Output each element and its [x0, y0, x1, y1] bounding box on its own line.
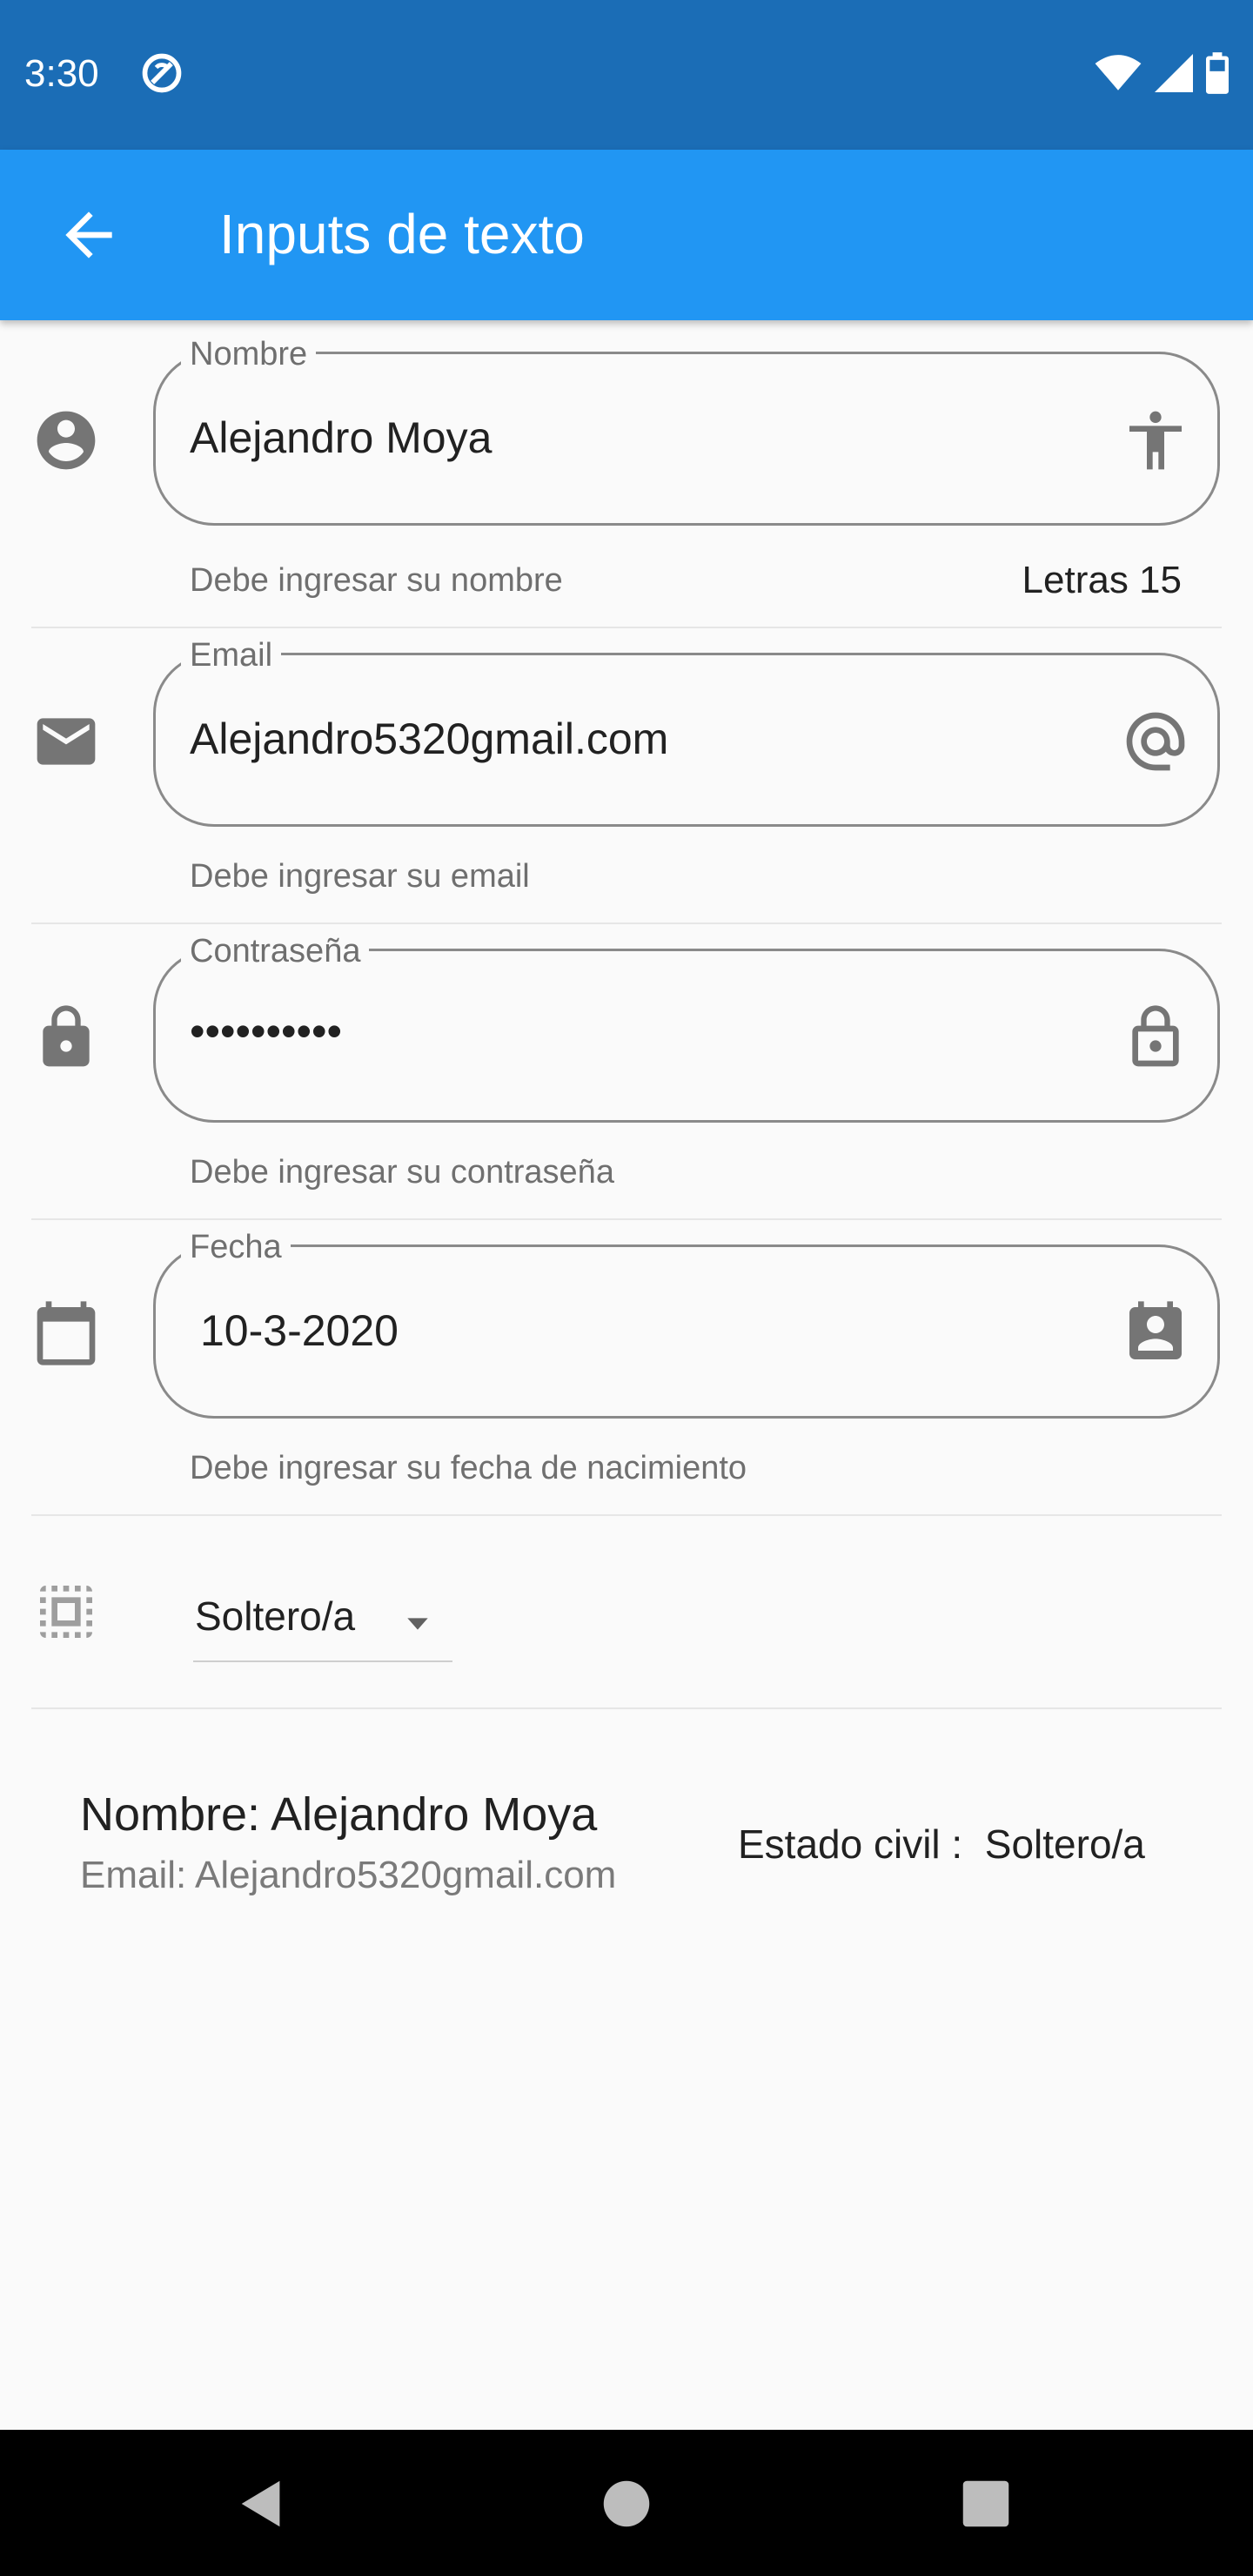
- email-helper: Debe ingresar su email: [190, 858, 530, 895]
- accessibility-icon: [1129, 411, 1182, 470]
- system-nav-bar: [0, 2430, 1253, 2576]
- at-sign-icon: [1126, 712, 1185, 771]
- arrow-drop-down-icon: [407, 1618, 428, 1630]
- wifi-icon: [1095, 55, 1142, 91]
- fecha-label: Fecha: [181, 1229, 291, 1266]
- page-title: Inputs de texto: [219, 203, 585, 265]
- battery-icon: [1206, 52, 1229, 94]
- nombre-label: Nombre: [181, 336, 317, 373]
- home-circle-icon[interactable]: [596, 2473, 657, 2534]
- select-all-icon: [40, 1586, 92, 1638]
- contact-calendar-icon: [1129, 1301, 1182, 1359]
- email-label: Email: [181, 637, 282, 674]
- divider: [31, 627, 1222, 628]
- email-value[interactable]: Alejandro5320gmail.com: [190, 714, 668, 764]
- back-triangle-icon[interactable]: [231, 2473, 292, 2534]
- password-label: Contraseña: [181, 933, 370, 970]
- summary-name: Nombre: Alejandro Moya: [80, 1788, 598, 1841]
- calendar-icon: [37, 1301, 96, 1365]
- arrow-back-icon[interactable]: [54, 200, 124, 270]
- divider: [31, 922, 1222, 924]
- nombre-counter: Letras 15: [1022, 559, 1182, 601]
- nombre-value[interactable]: Alejandro Moya: [190, 413, 492, 463]
- recents-square-icon[interactable]: [955, 2473, 1016, 2534]
- divider: [31, 1707, 1222, 1709]
- lock-icon: [43, 1005, 90, 1067]
- estado-civil-dropdown[interactable]: Soltero/a: [193, 1584, 452, 1662]
- sync-icon: [142, 53, 182, 93]
- fecha-value[interactable]: 10-3-2020: [200, 1305, 399, 1356]
- status-bar: 3:30: [0, 0, 1253, 150]
- summary-estado-civil: Estado civil : Soltero/a: [738, 1821, 1145, 1867]
- lock-open-icon: [1132, 1005, 1179, 1067]
- password-helper: Debe ingresar su contraseña: [190, 1154, 614, 1191]
- nombre-helper: Debe ingresar su nombre: [190, 562, 563, 599]
- divider: [31, 1514, 1222, 1516]
- account-circle-icon: [37, 411, 96, 470]
- app-bar: Inputs de texto: [0, 150, 1253, 320]
- signal-icon: [1155, 54, 1193, 92]
- dropdown-value: Soltero/a: [195, 1593, 356, 1639]
- divider: [31, 1218, 1222, 1220]
- status-icons: [1095, 52, 1229, 94]
- password-value[interactable]: ••••••••••: [190, 1006, 342, 1057]
- fecha-helper: Debe ingresar su fecha de nacimiento: [190, 1450, 747, 1486]
- status-time: 3:30: [24, 52, 99, 95]
- summary-email: Email: Alejandro5320gmail.com: [80, 1854, 617, 1896]
- mail-icon: [37, 718, 96, 765]
